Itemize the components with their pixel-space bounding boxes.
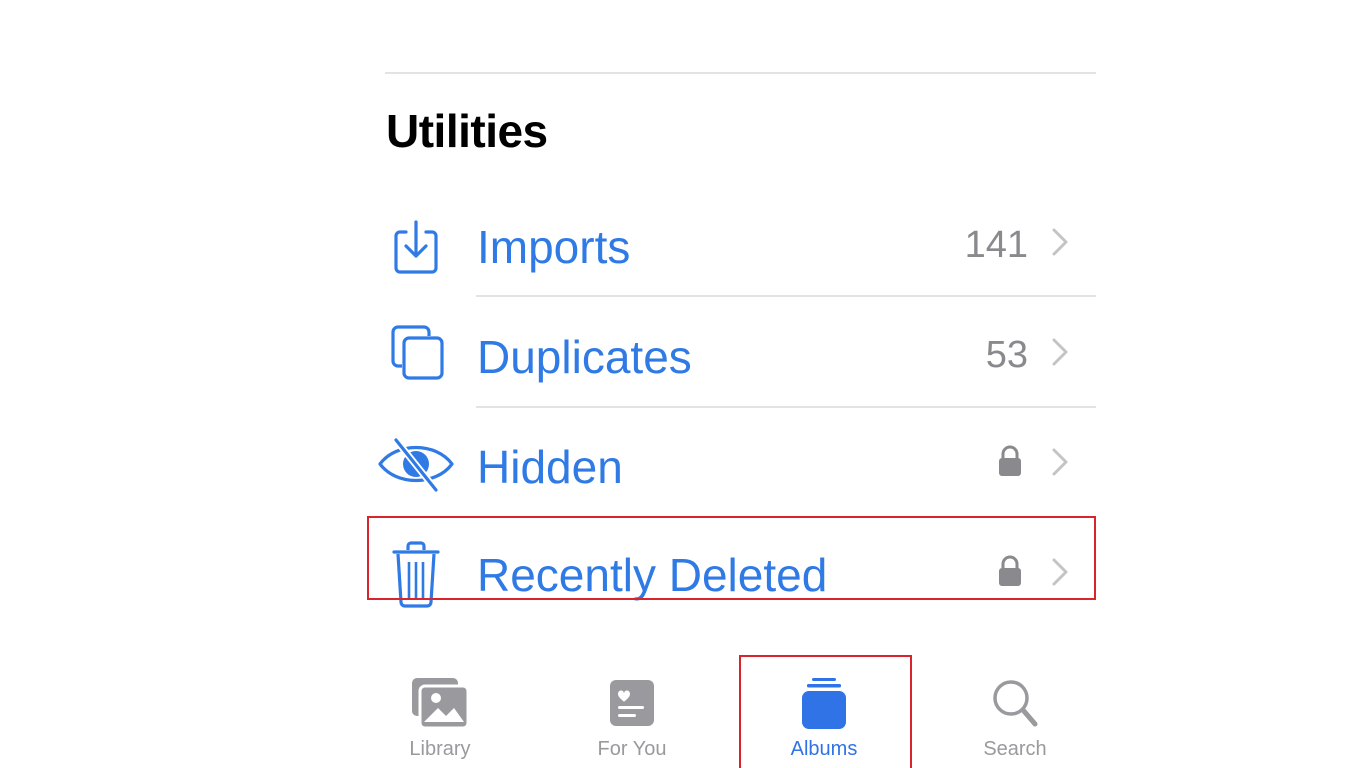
row-count: 141 [964,224,1028,266]
row-divider [476,406,1096,408]
photo-library-icon [412,678,470,730]
row-label: Hidden [477,441,623,493]
tab-library[interactable]: Library [370,668,510,768]
chevron-right-icon [1052,228,1068,256]
row-label: Imports [477,221,631,273]
trash-icon [392,541,440,608]
section-title: Utilities [386,105,548,157]
chevron-right-icon [1052,448,1068,476]
for-you-icon [610,680,654,726]
import-icon [394,220,438,274]
tab-albums[interactable]: Albums [754,668,894,768]
row-label: Duplicates [477,331,692,383]
row-hidden[interactable]: Hidden [376,432,1096,542]
top-divider [385,72,1096,74]
row-label: Recently Deleted [477,549,828,601]
tab-label: For You [597,738,667,760]
tab-label: Library [409,738,471,760]
row-count: 53 [985,334,1028,376]
row-imports[interactable]: Imports 141 [376,212,1096,322]
tab-for-you[interactable]: For You [562,668,702,768]
duplicates-icon [391,325,444,380]
lock-icon [999,555,1021,586]
tab-label: Search [983,738,1047,760]
chevron-right-icon [1052,338,1068,366]
row-recently-deleted[interactable]: Recently Deleted [376,540,1096,650]
eye-slash-icon [378,437,454,493]
lock-icon [999,445,1021,476]
row-divider [476,295,1096,297]
albums-icon [802,678,846,729]
chevron-right-icon [1052,558,1068,586]
search-icon [993,680,1038,727]
tab-search[interactable]: Search [945,668,1085,768]
row-duplicates[interactable]: Duplicates 53 [376,322,1096,432]
tab-label: Albums [790,738,858,760]
